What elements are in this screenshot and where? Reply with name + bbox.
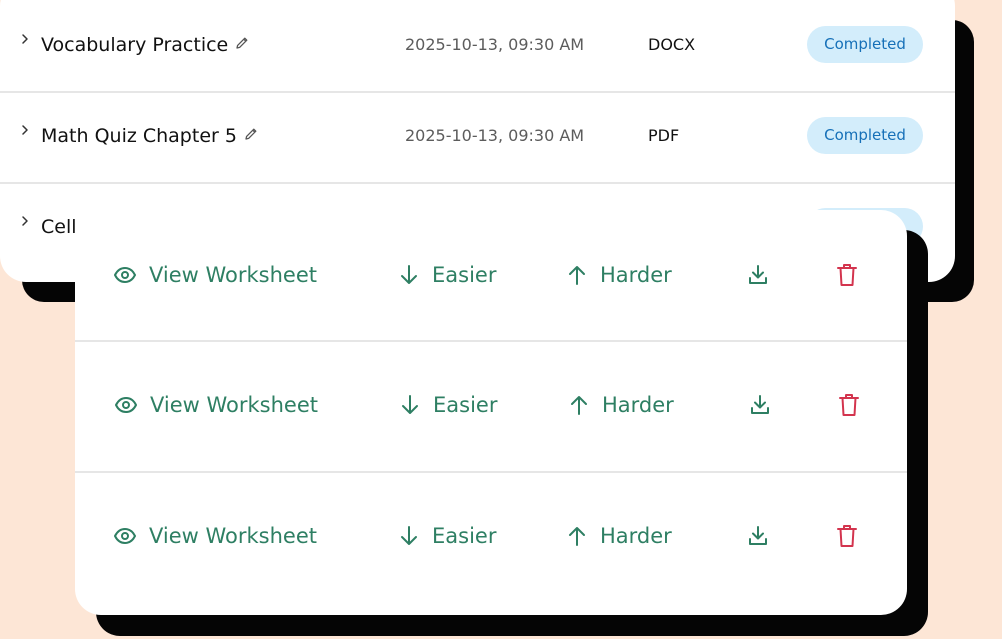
- view-worksheet-label: View Worksheet: [150, 393, 319, 417]
- file-name-text: Cell: [41, 216, 77, 238]
- harder-button[interactable]: Harder: [568, 393, 674, 417]
- pencil-icon[interactable]: [243, 126, 259, 142]
- harder-button[interactable]: Harder: [566, 263, 672, 287]
- pencil-icon[interactable]: [234, 35, 250, 51]
- eye-icon: [114, 267, 136, 283]
- status-badge: Completed: [807, 117, 923, 154]
- file-name-text: Math Quiz Chapter 5: [41, 125, 237, 147]
- chevron-right-icon[interactable]: [18, 32, 32, 46]
- actions-row: View Worksheet Easier Harder: [75, 341, 907, 473]
- easier-label: Easier: [432, 524, 497, 548]
- arrow-down-icon: [402, 395, 418, 414]
- eye-icon: [114, 528, 136, 544]
- view-worksheet-button[interactable]: View Worksheet: [113, 263, 317, 287]
- view-worksheet-button[interactable]: View Worksheet: [114, 393, 318, 417]
- file-type: PDF: [648, 126, 680, 145]
- trash-icon[interactable]: [838, 393, 860, 417]
- view-worksheet-label: View Worksheet: [149, 263, 318, 287]
- file-name: Vocabulary Practice: [41, 34, 250, 56]
- easier-button[interactable]: Easier: [399, 393, 497, 417]
- eye-icon: [115, 397, 137, 413]
- harder-label: Harder: [600, 524, 672, 548]
- harder-label: Harder: [602, 393, 674, 417]
- harder-button[interactable]: Harder: [566, 524, 672, 548]
- file-row[interactable]: Vocabulary Practice 2025-10-13, 09:30 AM…: [0, 0, 955, 93]
- harder-label: Harder: [600, 263, 672, 287]
- actions-card: View Worksheet Easier Harder View Worksh…: [75, 210, 907, 615]
- easier-label: Easier: [433, 393, 498, 417]
- arrow-down-icon: [401, 526, 417, 545]
- file-type: DOCX: [648, 35, 696, 54]
- arrow-up-icon: [571, 396, 587, 415]
- easier-button[interactable]: Easier: [398, 524, 496, 548]
- chevron-right-icon[interactable]: [18, 214, 32, 228]
- arrow-up-icon: [569, 527, 585, 546]
- view-worksheet-label: View Worksheet: [149, 524, 318, 548]
- file-name: Cell: [41, 216, 77, 238]
- trash-icon[interactable]: [836, 263, 858, 287]
- file-date: 2025-10-13, 09:30 AM: [405, 35, 585, 54]
- easier-label: Easier: [432, 263, 497, 287]
- view-worksheet-button[interactable]: View Worksheet: [113, 524, 317, 548]
- file-name: Math Quiz Chapter 5: [41, 125, 259, 147]
- file-date: 2025-10-13, 09:30 AM: [405, 126, 585, 145]
- trash-icon[interactable]: [836, 524, 858, 548]
- actions-row: View Worksheet Easier Harder: [75, 210, 907, 342]
- download-icon[interactable]: [747, 264, 769, 286]
- file-row[interactable]: Math Quiz Chapter 5 2025-10-13, 09:30 AM…: [0, 91, 955, 184]
- chevron-right-icon[interactable]: [18, 123, 32, 137]
- file-name-text: Vocabulary Practice: [41, 34, 229, 56]
- actions-row: View Worksheet Easier Harder: [75, 472, 907, 602]
- download-icon[interactable]: [749, 394, 771, 416]
- arrow-down-icon: [401, 265, 417, 284]
- arrow-up-icon: [569, 266, 585, 285]
- easier-button[interactable]: Easier: [398, 263, 496, 287]
- status-badge: Completed: [807, 26, 923, 63]
- download-icon[interactable]: [747, 525, 769, 547]
